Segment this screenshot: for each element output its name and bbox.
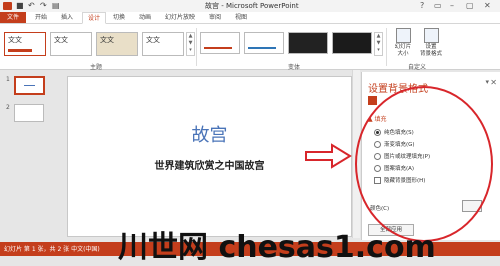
variant-thumbnail[interactable] — [200, 32, 240, 54]
annotation-circle — [355, 86, 493, 242]
slide-thumbnail[interactable] — [14, 104, 44, 122]
maximize-icon[interactable]: ▢ — [466, 1, 474, 10]
variant-gallery-scroll[interactable]: ▲ ▼ ▾ — [374, 32, 383, 56]
theme-thumbnail[interactable]: 文文 — [4, 32, 46, 56]
powerpoint-app-icon — [3, 2, 12, 10]
tab-animations[interactable]: 动画 — [134, 12, 156, 23]
theme-thumbnail[interactable]: 文文 — [142, 32, 184, 56]
help-icon[interactable]: ? — [420, 1, 424, 10]
group-label-customize: 自定义 — [408, 64, 427, 71]
theme-gallery-scroll[interactable]: ▲ ▼ ▾ — [186, 32, 195, 56]
title-bar: ■ ↶ ↷ ▤ 故宫 - Microsoft PowerPoint ? ▭ – … — [0, 0, 500, 12]
tab-transitions[interactable]: 切换 — [108, 12, 130, 23]
group-divider — [196, 28, 197, 66]
ribbon-tabs: 文件 开始 插入 设计 切换 动画 幻灯片放映 审阅 视图 — [0, 12, 500, 24]
status-text: 幻灯片 第 1 张，共 2 张 中文(中国) — [4, 246, 100, 253]
thumb-number: 1 — [6, 76, 10, 83]
tab-review[interactable]: 审阅 — [204, 12, 226, 23]
format-background-button[interactable]: 设置 背景格式 — [418, 28, 444, 58]
redo-icon[interactable]: ↷ — [40, 1, 47, 10]
window-title: 故宫 - Microsoft PowerPoint — [205, 2, 299, 10]
tab-insert[interactable]: 插入 — [56, 12, 78, 23]
ribbon-design: 文文 文文 文文 文文 ▲ ▼ ▾ 主题 ▲ ▼ ▾ 变体 幻灯片 大小 设置 背景格式… — [0, 24, 500, 71]
variant-thumbnail[interactable] — [332, 32, 372, 54]
tab-design[interactable]: 设计 — [82, 12, 106, 24]
format-background-icon — [423, 28, 439, 43]
variant-thumbnail[interactable] — [244, 32, 284, 54]
pane-options-icon[interactable]: ▾ — [485, 78, 489, 86]
watermark: 川世网 chesas1.com — [118, 230, 436, 265]
slide-size-icon — [395, 28, 411, 43]
save-icon[interactable]: ■ — [16, 1, 24, 10]
pane-close-icon[interactable]: ✕ — [490, 78, 497, 87]
minimize-icon[interactable]: – — [450, 1, 454, 10]
theme-thumbnail[interactable]: 文文 — [50, 32, 92, 56]
slide-size-button[interactable]: 幻灯片 大小 — [392, 28, 414, 58]
slide-thumbnail[interactable] — [14, 76, 45, 95]
group-divider — [386, 28, 387, 66]
tab-home[interactable]: 开始 — [30, 12, 52, 23]
tab-view[interactable]: 视图 — [230, 12, 252, 23]
variant-thumbnail[interactable] — [288, 32, 328, 54]
slide-thumbnail-panel: 1 2 — [0, 70, 58, 242]
ribbon-display-icon[interactable]: ▭ — [434, 1, 442, 10]
present-icon[interactable]: ▤ — [52, 1, 60, 10]
close-icon[interactable]: ✕ — [484, 1, 491, 10]
theme-thumbnail[interactable]: 文文 — [96, 32, 138, 56]
fill-icon[interactable] — [368, 96, 377, 105]
tab-slideshow[interactable]: 幻灯片放映 — [160, 12, 200, 23]
thumb-number: 2 — [6, 104, 10, 111]
undo-icon[interactable]: ↶ — [28, 1, 35, 10]
annotation-arrow — [305, 143, 352, 169]
tab-file[interactable]: 文件 — [0, 12, 26, 23]
